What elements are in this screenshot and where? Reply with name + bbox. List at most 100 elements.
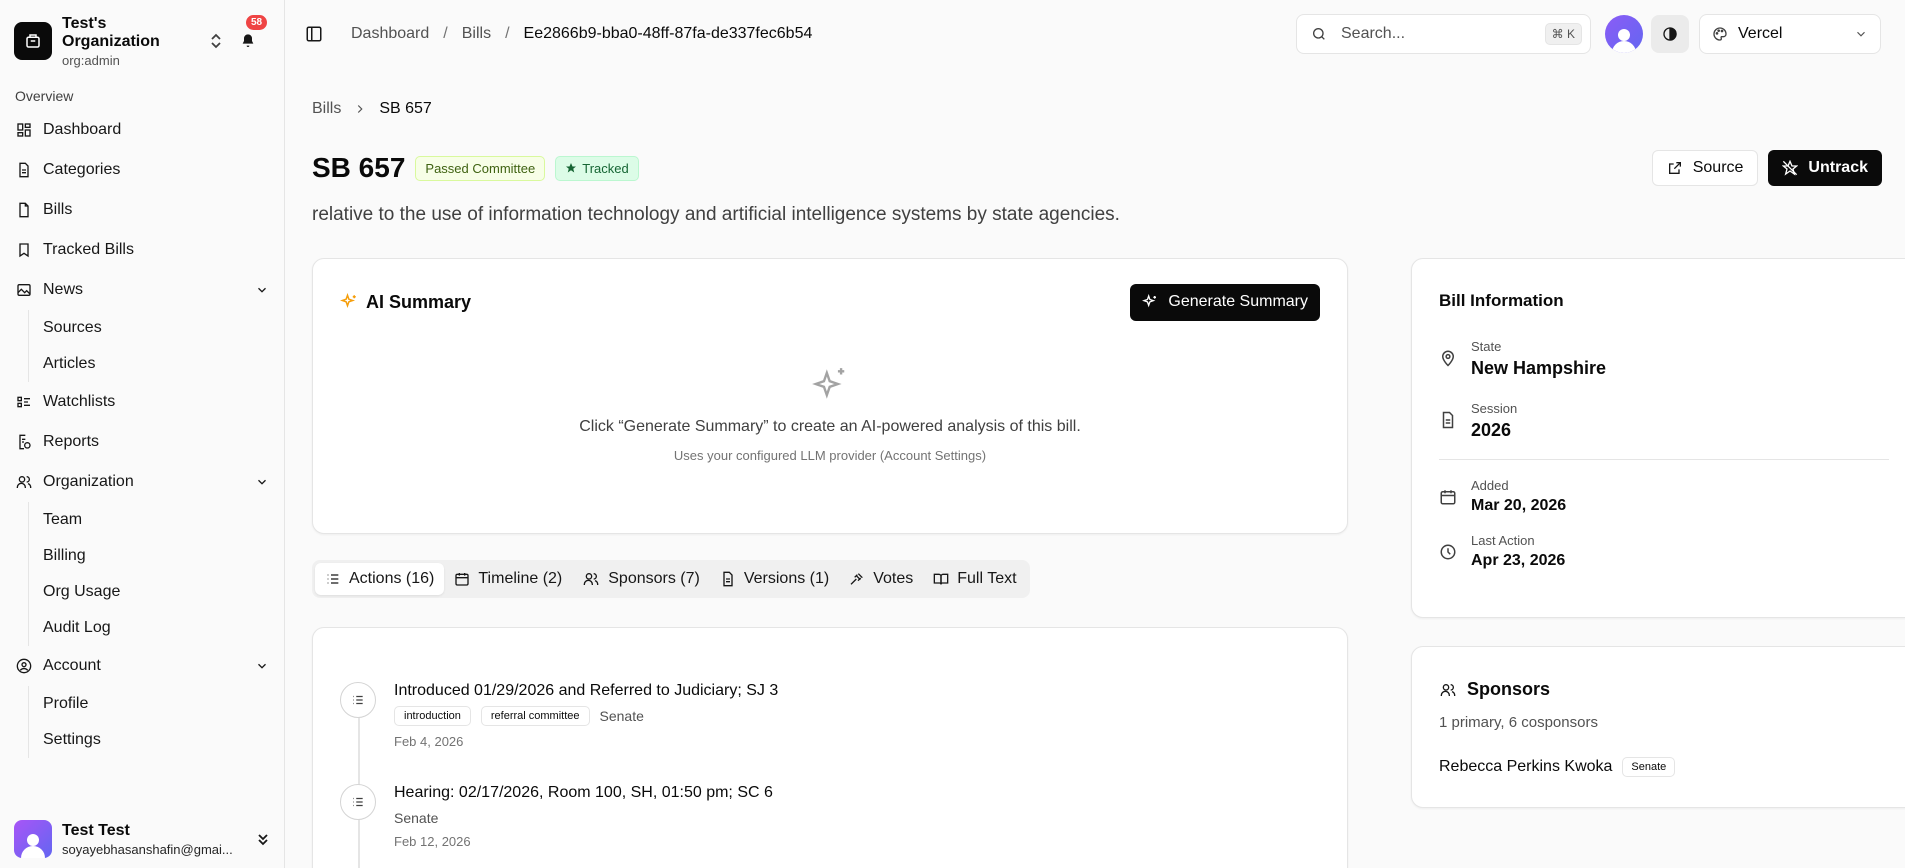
- breadcrumb-bills[interactable]: Bills: [462, 25, 491, 43]
- generate-summary-button[interactable]: Generate Summary: [1130, 283, 1320, 321]
- sidebar-item-profile[interactable]: Profile: [29, 686, 284, 722]
- star-off-icon: [1782, 160, 1799, 176]
- theme-toggle-button[interactable]: [1651, 15, 1689, 53]
- sidebar-item-billing[interactable]: Billing: [29, 538, 284, 574]
- tab-sponsors[interactable]: Sponsors (7): [572, 563, 710, 595]
- theme-select[interactable]: Vercel: [1699, 14, 1881, 54]
- sidebar-item-sources[interactable]: Sources: [29, 310, 284, 346]
- chevrons-up-down-icon[interactable]: [206, 31, 226, 51]
- breadcrumb-bill-id: Ee2866b9-bba0-48ff-87fa-de337fec6b54: [523, 25, 813, 42]
- sidebar-item-label: Categories: [43, 161, 121, 178]
- breadcrumb: Dashboard / Bills / Ee2866b9-bba0-48ff-8…: [351, 25, 812, 43]
- breadcrumb-separator: /: [443, 25, 448, 42]
- clock-icon: [1439, 543, 1459, 563]
- source-button[interactable]: Source: [1651, 150, 1759, 186]
- page-breadcrumb-bills[interactable]: Bills: [312, 100, 341, 118]
- ai-summary-card: AI Summary Generate Summary Click “Gener…: [312, 258, 1348, 534]
- added-value: Mar 20, 2026: [1471, 497, 1567, 514]
- org-switcher[interactable]: Test's Organization org:admin 58: [0, 0, 284, 68]
- sponsors-title: Sponsors: [1467, 679, 1551, 699]
- book-open-icon: [933, 573, 949, 585]
- sidebar-item-account[interactable]: Account: [0, 646, 284, 686]
- chevron-down-icon[interactable]: [255, 283, 269, 297]
- sidebar: Test's Organization org:admin 58 Overvie…: [0, 0, 285, 868]
- file-text-icon: [1439, 411, 1459, 431]
- chevron-right-icon: [353, 102, 367, 116]
- user-name: Test Test: [62, 821, 130, 839]
- page-breadcrumb-current: SB 657: [379, 100, 432, 117]
- account-submenu: Profile Settings: [28, 686, 284, 758]
- tab-actions[interactable]: Actions (16): [315, 563, 445, 595]
- sponsor-row[interactable]: Rebecca Perkins Kwoka Senate: [1439, 757, 1889, 777]
- sidebar-item-categories[interactable]: Categories: [0, 150, 284, 190]
- tab-full-text[interactable]: Full Text: [923, 563, 1026, 595]
- avatar: [14, 820, 52, 858]
- sidebar-item-reports[interactable]: Reports: [0, 422, 284, 462]
- tab-votes[interactable]: Votes: [839, 563, 923, 595]
- user-menu[interactable]: Test Test soyayebhasanshafin@gmai...: [14, 820, 270, 858]
- chevron-down-icon: [1854, 27, 1868, 41]
- sidebar-item-label: Account: [43, 657, 101, 674]
- breadcrumb-dashboard[interactable]: Dashboard: [351, 25, 429, 43]
- tab-versions[interactable]: Versions (1): [710, 563, 839, 595]
- untrack-button[interactable]: Untrack: [1768, 150, 1882, 186]
- action-chamber: Senate: [599, 708, 644, 724]
- search-input[interactable]: Search... ⌘ K: [1296, 14, 1591, 54]
- sidebar-item-settings[interactable]: Settings: [29, 722, 284, 758]
- tab-label: Votes: [873, 570, 914, 587]
- chevron-down-icon[interactable]: [255, 475, 269, 489]
- sidebar-item-audit-log[interactable]: Audit Log: [29, 610, 284, 646]
- news-submenu: Sources Articles: [28, 310, 284, 382]
- sidebar-item-team[interactable]: Team: [29, 502, 284, 538]
- org-name: Test's Organization: [62, 14, 160, 50]
- untrack-button-label: Untrack: [1808, 159, 1868, 176]
- sponsor-name: Rebecca Perkins Kwoka: [1439, 758, 1613, 775]
- sidebar-item-label: Tracked Bills: [43, 241, 134, 258]
- avatar[interactable]: [1605, 15, 1643, 53]
- chevrons-down-icon[interactable]: [256, 831, 270, 847]
- chevron-down-icon[interactable]: [255, 659, 269, 673]
- sidebar-item-watchlists[interactable]: Watchlists: [0, 382, 284, 422]
- sponsors-summary: 1 primary, 6 cosponsors: [1439, 714, 1598, 731]
- bill-description: relative to the use of information techn…: [312, 204, 1120, 225]
- tab-label: Actions (16): [349, 570, 435, 587]
- sidebar-item-tracked-bills[interactable]: Tracked Bills: [0, 230, 284, 270]
- sponsors-card: Sponsors 1 primary, 6 cosponsors Rebecca…: [1411, 646, 1905, 808]
- tab-timeline[interactable]: Timeline (2): [444, 563, 572, 595]
- sidebar-item-news[interactable]: News: [0, 270, 284, 310]
- source-button-label: Source: [1692, 159, 1744, 176]
- sidebar-item-org-usage[interactable]: Org Usage: [29, 574, 284, 610]
- list-icon: [340, 682, 376, 718]
- file-text-icon: [15, 161, 33, 179]
- status-badge: Passed Committee: [415, 155, 546, 181]
- bill-information-card: Bill Information State New Hampshire Ses…: [1411, 258, 1905, 618]
- ai-summary-empty-state: Click “Generate Summary” to create an AI…: [313, 365, 1347, 463]
- sidebar-item-label: News: [43, 281, 84, 298]
- sidebar-item-articles[interactable]: Articles: [29, 346, 284, 382]
- sidebar-item-bills[interactable]: Bills: [0, 190, 284, 230]
- action-title: Introduced 01/29/2026 and Referred to Ju…: [394, 682, 779, 699]
- external-link-icon: [1668, 162, 1681, 174]
- state-label: State: [1471, 339, 1502, 354]
- sparkles-icon: [811, 365, 849, 403]
- page-breadcrumb: Bills SB 657: [312, 100, 1882, 118]
- sidebar-toggle-icon[interactable]: [305, 25, 323, 43]
- bell-icon: [242, 34, 254, 47]
- search-placeholder: Search...: [1341, 25, 1406, 42]
- tracked-badge-label: Tracked: [582, 160, 629, 176]
- sidebar-item-organization[interactable]: Organization: [0, 462, 284, 502]
- list-item: Hearing: 02/17/2026, Room 100, SH, 01:50…: [340, 784, 773, 849]
- sidebar-item-dashboard[interactable]: Dashboard: [0, 110, 284, 150]
- sponsor-chamber-badge: Senate: [1622, 757, 1676, 777]
- action-date: Feb 12, 2026: [394, 834, 471, 849]
- divider: [1439, 459, 1889, 460]
- file-text-icon: [723, 571, 733, 587]
- action-title: Hearing: 02/17/2026, Room 100, SH, 01:50…: [394, 784, 773, 801]
- watchlist-icon: [15, 393, 33, 411]
- added-label: Added: [1471, 478, 1509, 493]
- search-shortcut: ⌘ K: [1544, 23, 1582, 45]
- notifications-button[interactable]: 58: [236, 15, 268, 53]
- sidebar-item-label: Watchlists: [43, 393, 116, 410]
- calendar-icon: [455, 573, 470, 586]
- calendar-icon: [1439, 488, 1459, 508]
